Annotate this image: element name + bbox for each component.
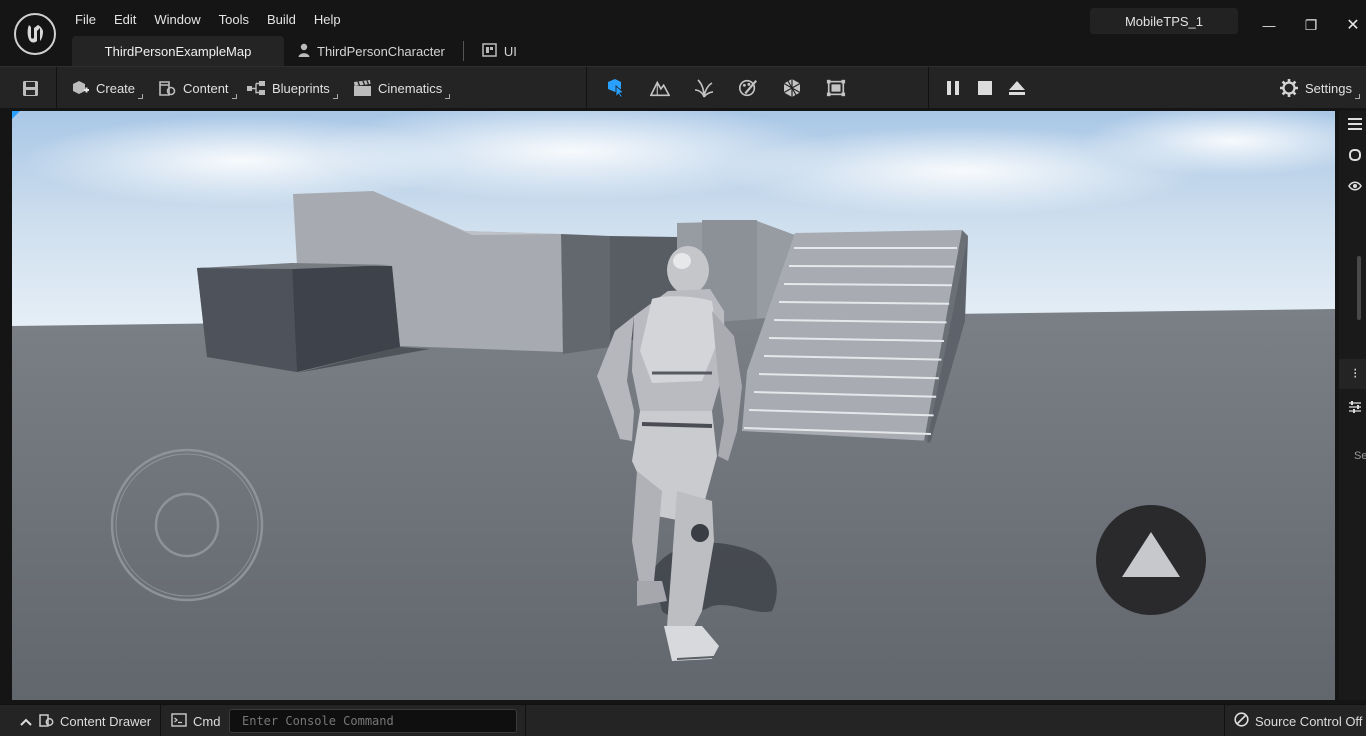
create-button[interactable]: Create bbox=[70, 67, 144, 109]
fracture-mode-icon bbox=[782, 78, 802, 98]
toolbar-divider bbox=[56, 67, 57, 109]
landscape-mode-button[interactable] bbox=[650, 67, 670, 109]
console-command-input[interactable] bbox=[229, 709, 517, 733]
pause-button[interactable] bbox=[943, 67, 963, 109]
stair-step-edge bbox=[783, 283, 952, 287]
save-button[interactable] bbox=[20, 67, 40, 109]
project-name-badge: MobileTPS_1 bbox=[1090, 8, 1238, 34]
foliage-mode-icon bbox=[694, 78, 714, 98]
terminal-icon bbox=[171, 712, 187, 730]
tab-label: ThirdPersonCharacter bbox=[317, 43, 445, 59]
content-drawer-icon bbox=[38, 712, 54, 731]
landscape-mode-icon bbox=[650, 78, 670, 98]
modeling-mode-icon bbox=[826, 78, 846, 98]
status-divider bbox=[1224, 705, 1225, 736]
content-label: Content bbox=[183, 80, 229, 96]
source-control-button[interactable]: Source Control Off bbox=[1234, 705, 1362, 736]
cmd-selector[interactable]: Cmd bbox=[171, 705, 220, 736]
close-button[interactable]: ✕ bbox=[1340, 12, 1366, 38]
modeling-mode-button[interactable] bbox=[826, 67, 846, 109]
clapperboard-icon bbox=[352, 78, 372, 98]
content-icon bbox=[157, 78, 177, 98]
sliders-icon[interactable] bbox=[1345, 398, 1365, 416]
save-icon bbox=[20, 78, 40, 98]
cinematics-label: Cinematics bbox=[378, 80, 443, 96]
settings-label: Settings bbox=[1305, 80, 1352, 96]
dropdown-caret-icon bbox=[138, 94, 144, 99]
tab-third-person-example-map[interactable]: ThirdPersonExampleMap bbox=[72, 36, 284, 66]
menu-edit[interactable]: Edit bbox=[105, 8, 145, 32]
mesh-paint-mode-icon bbox=[738, 78, 758, 98]
tab-third-person-character[interactable]: ThirdPersonCharacter bbox=[284, 36, 459, 66]
level-viewport[interactable] bbox=[12, 111, 1335, 700]
blueprints-icon bbox=[246, 78, 266, 98]
eject-icon bbox=[1007, 78, 1027, 98]
main-toolbar: Create Content Blueprints Cinematics Set… bbox=[0, 66, 1366, 109]
content-drawer-label: Content Drawer bbox=[60, 713, 152, 729]
create-icon bbox=[70, 78, 90, 98]
viewport-corner-marker bbox=[12, 111, 20, 119]
dropdown-caret-icon bbox=[332, 94, 338, 99]
stair-step-edge bbox=[788, 265, 955, 268]
outliner-icon[interactable] bbox=[1345, 115, 1365, 133]
status-bar: Content Drawer Cmd Source Control Off bbox=[0, 704, 1366, 736]
eject-button[interactable] bbox=[1007, 67, 1027, 109]
dropdown-caret-icon bbox=[1354, 94, 1360, 99]
source-control-off-icon bbox=[1234, 712, 1249, 730]
cinematics-button[interactable]: Cinematics bbox=[352, 67, 451, 109]
eye-icon[interactable] bbox=[1345, 177, 1365, 195]
stop-icon bbox=[975, 78, 995, 98]
details-partial-label: Se bbox=[1354, 450, 1366, 462]
menu-tools[interactable]: Tools bbox=[210, 8, 258, 32]
tab-label: ThirdPersonExampleMap bbox=[104, 43, 252, 59]
blueprints-button[interactable]: Blueprints bbox=[246, 67, 338, 109]
dropdown-caret-icon bbox=[231, 94, 237, 99]
menu-build[interactable]: Build bbox=[258, 8, 305, 32]
content-button[interactable]: Content bbox=[157, 67, 237, 109]
chevron-up-icon bbox=[20, 714, 32, 729]
select-mode-button[interactable] bbox=[606, 67, 626, 109]
details-panel-strip: ⁝ Se bbox=[1339, 111, 1366, 700]
mesh-paint-mode-button[interactable] bbox=[738, 67, 758, 109]
game-scene bbox=[12, 111, 1335, 700]
pause-icon bbox=[943, 78, 963, 98]
document-tabs: ThirdPersonExampleMap ThirdPersonCharact… bbox=[72, 36, 531, 66]
status-divider bbox=[160, 705, 161, 736]
unreal-logo-icon[interactable] bbox=[14, 13, 56, 55]
select-mode-icon bbox=[606, 78, 626, 98]
status-divider bbox=[525, 705, 526, 736]
cmd-label: Cmd bbox=[193, 713, 221, 729]
menu-help[interactable]: Help bbox=[305, 8, 350, 32]
foliage-mode-button[interactable] bbox=[694, 67, 714, 109]
character-icon bbox=[298, 43, 310, 60]
toolbar-divider bbox=[586, 67, 587, 109]
blueprints-label: Blueprints bbox=[272, 80, 330, 96]
create-label: Create bbox=[96, 80, 136, 96]
fracture-mode-button[interactable] bbox=[782, 67, 802, 109]
menu-window[interactable]: Window bbox=[145, 8, 209, 32]
tab-ui[interactable]: UI bbox=[468, 36, 531, 66]
stop-button[interactable] bbox=[975, 67, 995, 109]
content-drawer-button[interactable]: Content Drawer bbox=[20, 705, 151, 736]
toolbar-divider bbox=[928, 67, 929, 109]
menu-file[interactable]: File bbox=[66, 8, 105, 32]
menu-bar: File Edit Window Tools Build Help bbox=[66, 8, 350, 32]
restore-button[interactable]: ❐ bbox=[1298, 12, 1324, 38]
jump-button[interactable] bbox=[1096, 505, 1206, 615]
gear-icon bbox=[1279, 78, 1299, 98]
tab-label: UI bbox=[503, 43, 517, 59]
title-bar: File Edit Window Tools Build Help ThirdP… bbox=[0, 0, 1366, 66]
tab-separator bbox=[462, 41, 464, 61]
widget-icon bbox=[482, 42, 497, 60]
source-control-label: Source Control Off bbox=[1255, 713, 1363, 729]
filter-icon[interactable] bbox=[1345, 146, 1365, 164]
scrollbar-thumb[interactable] bbox=[1357, 256, 1361, 320]
more-options-icon[interactable]: ⁝ bbox=[1339, 359, 1366, 389]
settings-button[interactable]: Settings bbox=[1279, 67, 1360, 109]
minimize-button[interactable]: — bbox=[1256, 12, 1282, 38]
dropdown-caret-icon bbox=[445, 94, 451, 99]
